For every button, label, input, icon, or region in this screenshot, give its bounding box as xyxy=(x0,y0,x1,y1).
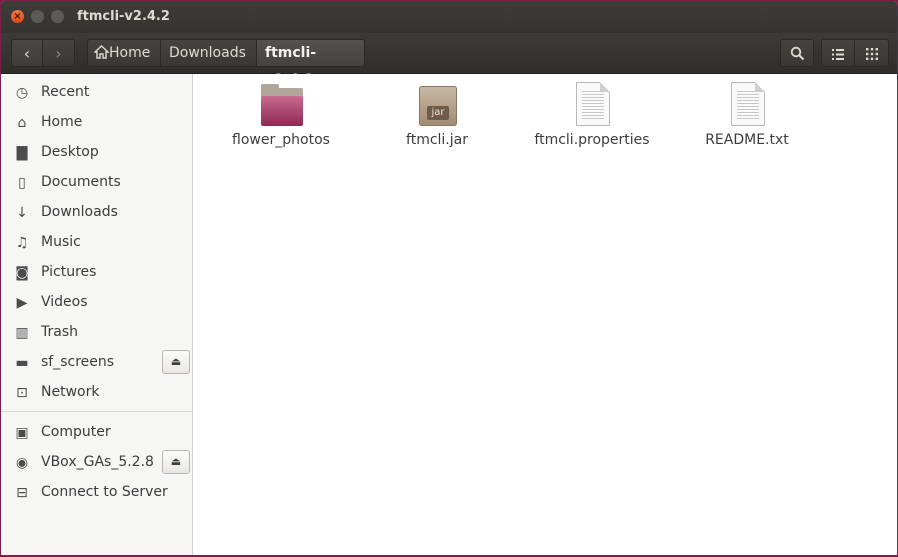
sidebar-item-downloads[interactable]: ↓ Downloads xyxy=(1,198,192,228)
search-icon xyxy=(790,46,804,61)
text-file-icon xyxy=(725,82,769,130)
eject-icon: ⏏ xyxy=(170,355,182,368)
jar-file-icon: jar xyxy=(415,82,459,130)
trash-icon: ▥ xyxy=(15,325,29,341)
eject-vbox-gas-button[interactable]: ⏏ xyxy=(162,450,190,474)
window-title: ftmcli-v2.4.2 xyxy=(77,9,170,24)
grid-view-icon xyxy=(865,48,878,60)
sidebar-item-videos[interactable]: ▶ Videos xyxy=(1,288,192,318)
sidebar-item-vbox-gas[interactable]: ◉ VBox_GAs_5.2.8 ⏏ xyxy=(1,448,192,478)
chevron-left-icon: ‹ xyxy=(23,44,31,63)
list-view-button[interactable] xyxy=(821,39,855,67)
camera-icon: ◙ xyxy=(15,265,29,281)
home-icon: ⌂ xyxy=(17,115,27,131)
disc-icon: ◉ xyxy=(15,455,29,471)
sidebar-item-label: Connect to Server xyxy=(41,484,168,500)
sidebar-item-trash[interactable]: ▥ Trash xyxy=(1,318,192,348)
title-bar: × ftmcli-v2.4.2 xyxy=(1,1,897,33)
sidebar-item-label: Network xyxy=(41,384,100,400)
sidebar-item-label: Downloads xyxy=(41,204,118,220)
chevron-right-icon: › xyxy=(55,44,62,63)
video-icon: ▶ xyxy=(16,295,28,311)
file-manager-window: × ftmcli-v2.4.2 ‹ › Home Downloads ftmcl… xyxy=(1,1,897,555)
sidebar-item-label: Videos xyxy=(41,294,88,310)
server-icon: ⊟ xyxy=(16,485,28,501)
sidebar: ◷ Recent ⌂ Home ▇ Desktop ▯ Documents ↓ … xyxy=(1,74,193,555)
minimize-window-button[interactable] xyxy=(31,10,44,23)
sidebar-item-label: VBox_GAs_5.2.8 xyxy=(41,454,154,470)
file-name: README.txt xyxy=(705,132,789,148)
breadcrumb-home-label: Home xyxy=(109,45,151,61)
sidebar-item-music[interactable]: ♫ Music xyxy=(1,228,192,258)
eject-icon: ⏏ xyxy=(170,455,182,468)
breadcrumb-downloads[interactable]: Downloads xyxy=(161,39,257,67)
file-item-ftmcli-jar[interactable]: jar ftmcli.jar xyxy=(367,82,507,152)
music-icon: ♫ xyxy=(15,235,29,251)
sidebar-item-sf-screens[interactable]: ▬ sf_screens ⏏ xyxy=(1,348,192,378)
computer-icon: ▣ xyxy=(15,425,29,441)
sidebar-item-connect-to-server[interactable]: ⊟ Connect to Server xyxy=(1,478,192,508)
forward-button[interactable]: › xyxy=(43,39,75,67)
eject-sf-screens-button[interactable]: ⏏ xyxy=(162,350,190,374)
folder-icon xyxy=(259,82,303,130)
breadcrumb-home[interactable]: Home xyxy=(87,39,161,67)
close-window-button[interactable]: × xyxy=(11,10,24,23)
file-item-readme-txt[interactable]: README.txt xyxy=(677,82,817,152)
sidebar-item-label: Computer xyxy=(41,424,111,440)
sidebar-item-label: Trash xyxy=(41,324,78,340)
sidebar-item-label: Desktop xyxy=(41,144,99,160)
list-view-icon xyxy=(832,49,844,60)
sidebar-item-label: Music xyxy=(41,234,81,250)
file-name: flower_photos xyxy=(232,132,330,148)
file-item-flower-photos[interactable]: flower_photos xyxy=(211,82,351,152)
download-icon: ↓ xyxy=(16,205,28,221)
sidebar-item-home[interactable]: ⌂ Home xyxy=(1,108,192,138)
sidebar-item-recent[interactable]: ◷ Recent xyxy=(1,78,192,108)
header-bar: ‹ › Home Downloads ftmcli-v2.4.2 xyxy=(1,33,897,88)
sidebar-item-documents[interactable]: ▯ Documents xyxy=(1,168,192,198)
sidebar-item-computer[interactable]: ▣ Computer xyxy=(1,418,192,448)
clock-icon: ◷ xyxy=(15,85,29,101)
network-icon: ⊡ xyxy=(16,385,28,401)
sidebar-item-label: Pictures xyxy=(41,264,97,280)
sidebar-item-label: Home xyxy=(41,114,83,130)
drive-icon: ▬ xyxy=(15,355,29,371)
text-file-icon xyxy=(570,82,614,130)
sidebar-divider xyxy=(1,411,192,412)
breadcrumb-current[interactable]: ftmcli-v2.4.2 xyxy=(257,39,365,88)
sidebar-item-label: Documents xyxy=(41,174,121,190)
sidebar-item-network[interactable]: ⊡ Network xyxy=(1,378,192,408)
folder-icon: ▇ xyxy=(16,145,28,161)
maximize-window-button[interactable] xyxy=(51,10,64,23)
sidebar-item-pictures[interactable]: ◙ Pictures xyxy=(1,258,192,288)
breadcrumb-downloads-label: Downloads xyxy=(169,45,246,61)
sidebar-item-desktop[interactable]: ▇ Desktop xyxy=(1,138,192,168)
home-icon xyxy=(93,45,110,59)
back-button[interactable]: ‹ xyxy=(11,39,43,67)
document-icon: ▯ xyxy=(18,175,26,191)
file-name: ftmcli.jar xyxy=(406,132,468,148)
grid-view-button[interactable] xyxy=(855,39,889,67)
sidebar-item-label: Recent xyxy=(41,84,90,100)
file-item-ftmcli-properties[interactable]: ftmcli.properties xyxy=(522,82,662,152)
search-button[interactable] xyxy=(780,39,814,67)
file-view[interactable]: flower_photos jar ftmcli.jar ftmcli.prop… xyxy=(193,74,897,555)
sidebar-item-label: sf_screens xyxy=(41,354,115,370)
file-name: ftmcli.properties xyxy=(534,132,650,148)
jar-badge: jar xyxy=(427,106,449,120)
